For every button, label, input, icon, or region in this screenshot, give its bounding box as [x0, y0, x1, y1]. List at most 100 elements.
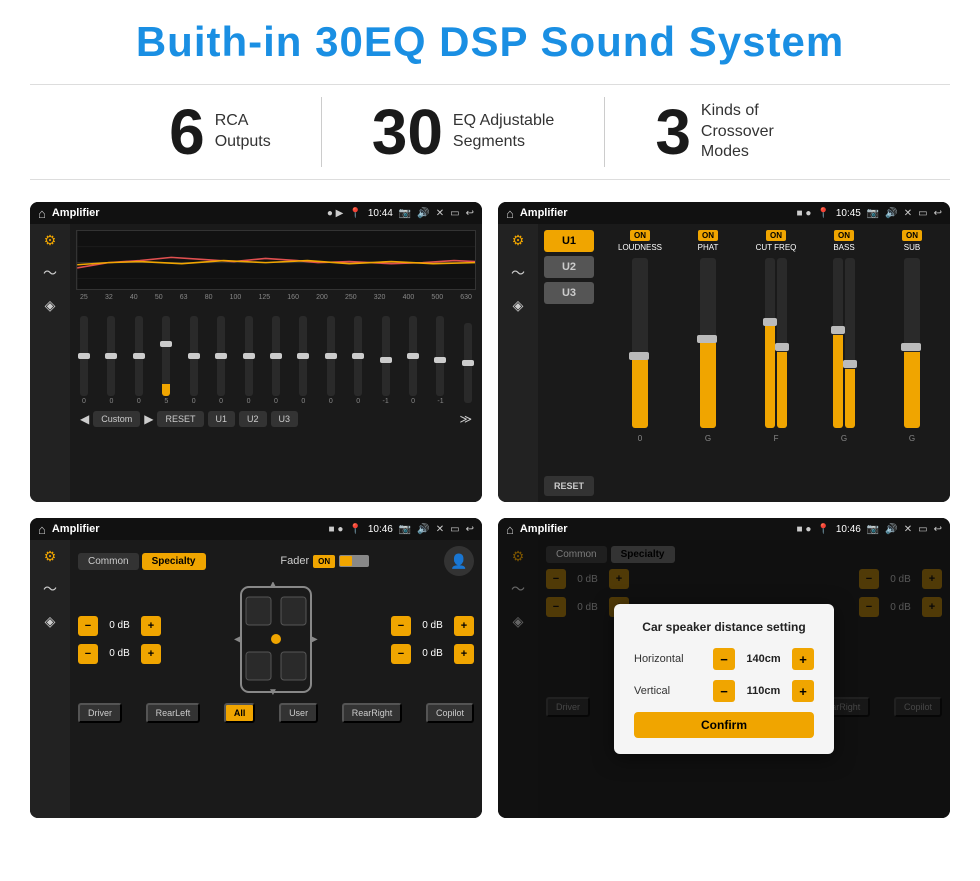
pin2-icon: 📍 — [817, 208, 829, 219]
mode-u3[interactable]: U3 — [544, 282, 594, 304]
fader-settings-icon[interactable]: 👤 — [444, 546, 474, 576]
on-badge-sub: ON — [902, 230, 922, 241]
eq-slider-8: 0 — [299, 316, 307, 405]
speaker2-icon[interactable]: ◈ — [513, 297, 524, 314]
next-arrow[interactable]: ▶ — [144, 412, 153, 426]
ctrl-row-4: − 0 dB + — [391, 644, 474, 664]
screen1-main: 25 32 40 50 63 80 100 125 160 200 250 32… — [70, 224, 482, 502]
u1-btn-eq[interactable]: U1 — [208, 411, 236, 427]
cam4-icon: 📷 — [867, 524, 879, 535]
horizontal-value: 140cm — [741, 653, 786, 665]
time-2: 10:45 — [836, 208, 861, 219]
screen2-sidebar: ⚙ 〜 ◈ — [498, 224, 538, 502]
minus-btn-3[interactable]: − — [391, 616, 411, 636]
on-badge-phat: ON — [698, 230, 718, 241]
rearright-btn[interactable]: RearRight — [342, 703, 403, 723]
prev-arrow[interactable]: ◀ — [80, 412, 89, 426]
fader-on-toggle[interactable]: ON — [313, 555, 335, 568]
speaker3-icon[interactable]: ◈ — [45, 613, 56, 630]
tab-specialty[interactable]: Specialty — [142, 553, 206, 570]
dot2-icon: ■ ● — [797, 208, 812, 219]
crossover-channels: ON LOUDNESS 0 ON PH — [608, 230, 944, 496]
pin4-icon: 📍 — [817, 524, 829, 535]
plus-btn-2[interactable]: + — [141, 644, 161, 664]
x2-icon: ✕ — [904, 208, 912, 219]
dialog-overlay: Car speaker distance setting Horizontal … — [498, 540, 950, 818]
plus-btn-3[interactable]: + — [454, 616, 474, 636]
horizontal-row: Horizontal − 140cm + — [634, 648, 814, 670]
eq-sliders-row: 0 0 0 5 — [76, 305, 476, 405]
app-name-3: Amplifier — [52, 523, 323, 535]
mode-u2[interactable]: U2 — [544, 256, 594, 278]
cam-icon-1: 📷 — [399, 208, 411, 219]
vertical-plus-btn[interactable]: + — [792, 680, 814, 702]
stat-crossover: 3 Kinds ofCrossover Modes — [605, 100, 861, 164]
horizontal-plus-btn[interactable]: + — [792, 648, 814, 670]
reset-btn-cross[interactable]: RESET — [544, 476, 594, 496]
user-btn[interactable]: User — [279, 703, 318, 723]
eq2-icon[interactable]: ⚙ — [512, 232, 525, 249]
driver-btn[interactable]: Driver — [78, 703, 122, 723]
vertical-minus-btn[interactable]: − — [713, 680, 735, 702]
stat-number-crossover: 3 — [655, 100, 691, 164]
screen3-sidebar: ⚙ 〜 ◈ — [30, 540, 70, 818]
pin-icon-1: 📍 — [349, 208, 361, 219]
eq-slider-6: 0 — [245, 316, 253, 405]
time-4: 10:46 — [836, 524, 861, 535]
screen4-content: ⚙ 〜 ◈ Common Specialty − 0 dB — [498, 540, 950, 818]
all-btn[interactable]: All — [224, 703, 256, 723]
minus-btn-1[interactable]: − — [78, 616, 98, 636]
minus-btn-4[interactable]: − — [391, 644, 411, 664]
db-value-3: 0 dB — [415, 620, 450, 631]
screen3-main: Common Specialty Fader ON 👤 — [70, 540, 482, 818]
screen-crossover: ⌂ Amplifier ■ ● 📍 10:45 📷 🔊 ✕ ▭ ↩ ⚙ 〜 ◈ — [498, 202, 950, 502]
stat-label-crossover: Kinds ofCrossover Modes — [701, 101, 811, 163]
confirm-button[interactable]: Confirm — [634, 712, 814, 738]
vertical-row: Vertical − 110cm + — [634, 680, 814, 702]
custom-preset-btn[interactable]: Custom — [93, 411, 140, 427]
horizontal-minus-btn[interactable]: − — [713, 648, 735, 670]
x-icon-1: ✕ — [436, 208, 444, 219]
minus-btn-2[interactable]: − — [78, 644, 98, 664]
mode-u1[interactable]: U1 — [544, 230, 594, 252]
screen-distance: ⌂ Amplifier ■ ● 📍 10:46 📷 🔊 ✕ ▭ ↩ ⚙ 〜 ◈ — [498, 518, 950, 818]
plus-btn-4[interactable]: + — [454, 644, 474, 664]
eq3-icon[interactable]: ⚙ — [44, 548, 57, 565]
rect-icon-1: ▭ — [450, 208, 459, 219]
eq-slider-10: 0 — [354, 316, 362, 405]
stat-rca: 6 RCAOutputs — [119, 100, 321, 164]
wave3-icon[interactable]: 〜 — [43, 579, 57, 599]
status-bar-4: ⌂ Amplifier ■ ● 📍 10:46 📷 🔊 ✕ ▭ ↩ — [498, 518, 950, 540]
db-value-2: 0 dB — [102, 648, 137, 659]
eq-icon[interactable]: ⚙ — [44, 232, 57, 249]
on-badge-cutfreq: ON — [766, 230, 786, 241]
tab-group: Common Specialty — [78, 553, 206, 570]
car-diagram: ▲ ▼ ◀ ▶ — [167, 582, 385, 697]
back-icon-1: ↩ — [466, 208, 474, 219]
back4-icon: ↩ — [934, 524, 942, 535]
wave2-icon[interactable]: 〜 — [511, 263, 525, 283]
u2-btn-eq[interactable]: U2 — [239, 411, 267, 427]
stat-label-rca: RCAOutputs — [215, 111, 271, 153]
vertical-label: Vertical — [634, 685, 694, 697]
plus-btn-1[interactable]: + — [141, 616, 161, 636]
screen3-content: ⚙ 〜 ◈ Common Specialty Fader ON — [30, 540, 482, 818]
stat-label-eq: EQ AdjustableSegments — [453, 111, 554, 153]
rearleft-btn[interactable]: RearLeft — [146, 703, 201, 723]
u3-btn-eq[interactable]: U3 — [271, 411, 299, 427]
speaker-layout-area: − 0 dB + − 0 dB + — [78, 582, 474, 697]
app-name-4: Amplifier — [520, 523, 791, 535]
speaker-icon[interactable]: ◈ — [45, 297, 56, 314]
tab-common[interactable]: Common — [78, 553, 139, 570]
horizontal-control: − 140cm + — [713, 648, 814, 670]
vertical-value: 110cm — [741, 685, 786, 697]
reset-btn-eq[interactable]: RESET — [157, 411, 203, 427]
eq-slider-9: 0 — [327, 316, 335, 405]
cam2-icon: 📷 — [867, 208, 879, 219]
channel-sub: ON SUB G — [880, 230, 944, 496]
wave-icon[interactable]: 〜 — [43, 263, 57, 283]
distance-dialog: Car speaker distance setting Horizontal … — [614, 604, 834, 754]
copilot-btn[interactable]: Copilot — [426, 703, 474, 723]
home-icon-1: ⌂ — [38, 206, 46, 221]
svg-text:▲: ▲ — [268, 582, 278, 590]
